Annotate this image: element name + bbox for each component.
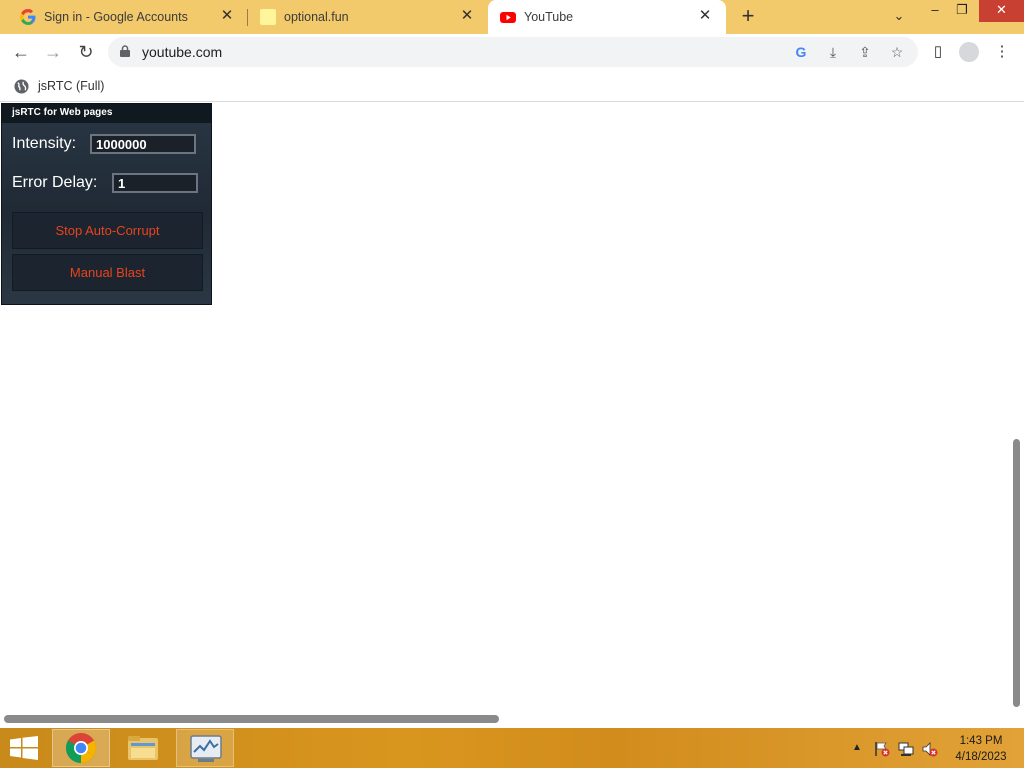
install-app-icon[interactable]: ⤓	[824, 43, 842, 61]
system-clock[interactable]: 1:43 PM 4/18/2023	[948, 733, 1014, 765]
manual-blast-button[interactable]: Manual Blast	[12, 254, 203, 291]
folder-icon	[128, 736, 158, 760]
side-panel-icon[interactable]: ▯	[928, 42, 948, 62]
action-center-flag-icon[interactable]	[874, 741, 890, 757]
error-delay-input[interactable]	[112, 173, 198, 193]
url-text[interactable]: youtube.com	[142, 44, 222, 60]
back-arrow-icon[interactable]: ←	[10, 41, 32, 63]
lock-icon	[120, 45, 130, 57]
tab-optional-fun[interactable]: optional.fun ✕	[248, 0, 488, 34]
tab-search-chevron-icon[interactable]: ⌄	[890, 8, 908, 26]
tab-close-icon[interactable]: ✕	[458, 7, 476, 25]
taskbar-file-explorer-button[interactable]	[114, 729, 172, 767]
bookmark-star-icon[interactable]: ☆	[888, 43, 906, 61]
volume-muted-icon[interactable]	[922, 741, 938, 757]
clock-date: 4/18/2023	[955, 751, 1007, 763]
tray-chevron-up-icon[interactable]: ▲	[850, 742, 864, 758]
bookmark-label: jsRTC (Full)	[38, 79, 105, 93]
tab-title: Sign in - Google Accounts	[44, 10, 188, 24]
yellow-page-icon	[260, 9, 276, 25]
clock-time: 1:43 PM	[959, 735, 1003, 747]
minimize-icon[interactable]: –	[920, 0, 950, 22]
monitor-chart-icon	[190, 735, 222, 762]
tab-google-accounts[interactable]: Sign in - Google Accounts ✕	[8, 0, 248, 34]
globe-icon	[14, 78, 29, 94]
reload-icon[interactable]: ↻	[75, 41, 97, 63]
bookmarks-bar: jsRTC (Full)	[0, 70, 1024, 102]
jsrtc-panel: jsRTC for Web pages Intensity: Error Del…	[1, 103, 212, 305]
stop-auto-corrupt-button[interactable]: Stop Auto-Corrupt	[12, 212, 203, 249]
horizontal-scrollbar[interactable]	[4, 715, 499, 723]
forward-arrow-icon[interactable]: →	[42, 41, 64, 63]
bookmark-jsrtc[interactable]: jsRTC (Full)	[14, 77, 104, 95]
taskbar: ▲ 1:43 PM 4/18/2023	[0, 728, 1024, 768]
tab-title: optional.fun	[284, 10, 349, 24]
address-bar[interactable]: youtube.com G ⤓ ⇪ ☆	[108, 37, 918, 67]
tab-close-icon[interactable]: ✕	[696, 7, 714, 25]
google-lens-icon[interactable]: G	[792, 43, 810, 61]
vertical-scrollbar[interactable]	[1013, 439, 1020, 707]
windows-start-icon[interactable]	[10, 736, 38, 760]
tab-close-icon[interactable]: ✕	[218, 7, 236, 25]
page-content: jsRTC for Web pages Intensity: Error Del…	[0, 103, 1024, 728]
intensity-input[interactable]	[90, 134, 196, 154]
chrome-icon	[65, 733, 97, 764]
profile-avatar-icon[interactable]	[959, 42, 979, 62]
window-close-icon[interactable]: ✕	[979, 0, 1024, 22]
error-delay-label: Error Delay:	[12, 174, 98, 191]
kebab-menu-icon[interactable]: ⋮	[992, 42, 1012, 62]
intensity-label: Intensity:	[12, 135, 77, 152]
network-icon[interactable]	[898, 741, 914, 757]
browser-toolbar: ← → ↻ youtube.com G ⤓ ⇪ ☆ ▯ ⋮	[0, 34, 1024, 70]
google-g-icon	[20, 9, 36, 25]
jsrtc-header: jsRTC for Web pages	[2, 104, 211, 123]
youtube-icon	[500, 12, 516, 23]
share-icon[interactable]: ⇪	[856, 43, 874, 61]
new-tab-button[interactable]: +	[737, 5, 759, 28]
restore-icon[interactable]: ❐	[947, 0, 977, 22]
taskbar-chrome-button[interactable]	[52, 729, 110, 767]
taskbar-resource-monitor-button[interactable]	[176, 729, 234, 767]
tab-strip: Sign in - Google Accounts ✕ optional.fun…	[0, 0, 1024, 34]
tab-youtube[interactable]: YouTube ✕	[488, 0, 726, 34]
tab-title: YouTube	[524, 10, 574, 24]
